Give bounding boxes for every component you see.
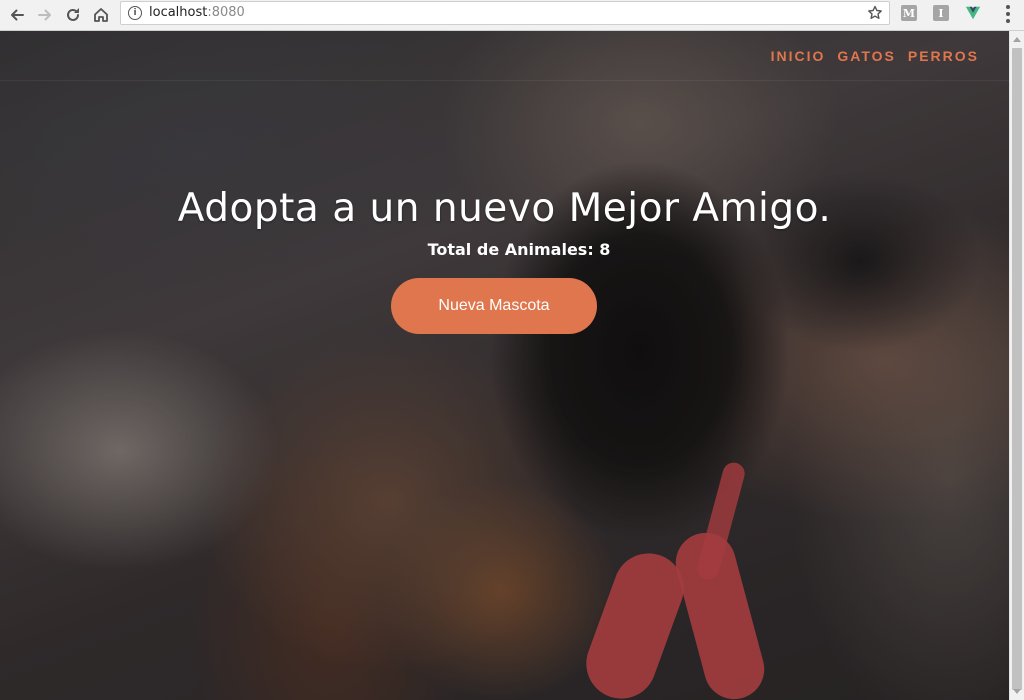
vue-devtools-icon[interactable] xyxy=(965,5,981,21)
dot-icon xyxy=(1006,5,1010,9)
bookmark-star-icon[interactable] xyxy=(866,4,884,22)
home-icon xyxy=(94,8,108,22)
nav-link-gatos[interactable]: GATOS xyxy=(837,48,896,64)
back-button[interactable] xyxy=(4,2,30,28)
browser-menu-button[interactable] xyxy=(998,3,1018,25)
forward-button[interactable] xyxy=(32,2,58,28)
dot-icon xyxy=(1006,12,1010,16)
url-port: :8080 xyxy=(207,5,245,20)
nav-link-inicio[interactable]: INICIO xyxy=(771,48,826,64)
scroll-down-icon[interactable] xyxy=(1013,689,1021,694)
arrow-right-icon xyxy=(38,9,51,21)
hero-title: Adopta a un nuevo Mejor Amigo. xyxy=(177,186,832,231)
nav-divider xyxy=(0,80,1009,81)
home-button[interactable] xyxy=(88,2,114,28)
nav-link-perros[interactable]: PERROS xyxy=(908,48,979,64)
hero-section: INICIO GATOS PERROS Adopta a un nuevo Me… xyxy=(0,31,1009,700)
new-pet-button[interactable]: Nueva Mascota xyxy=(391,278,597,334)
dot-icon xyxy=(1006,19,1010,23)
scroll-thumb[interactable] xyxy=(1012,48,1022,690)
address-bar[interactable]: i localhost:8080 xyxy=(120,1,890,25)
animal-count: Total de Animales: 8 xyxy=(427,240,611,259)
browser-toolbar: i localhost:8080 M I xyxy=(0,0,1024,31)
info-icon[interactable]: i xyxy=(128,6,142,20)
page-scrollbar[interactable] xyxy=(1009,31,1024,700)
top-navigation: INICIO GATOS PERROS xyxy=(771,48,979,64)
arrow-left-icon xyxy=(11,9,24,21)
hero-overlay xyxy=(0,31,1009,700)
instapaper-icon[interactable]: I xyxy=(933,5,949,21)
url-host: localhost xyxy=(149,5,208,20)
reload-button[interactable] xyxy=(60,2,86,28)
url-text[interactable]: localhost:8080 xyxy=(149,5,245,20)
scroll-up-icon[interactable] xyxy=(1013,37,1021,42)
metamask-icon[interactable]: M xyxy=(901,5,917,21)
reload-icon xyxy=(67,8,79,21)
